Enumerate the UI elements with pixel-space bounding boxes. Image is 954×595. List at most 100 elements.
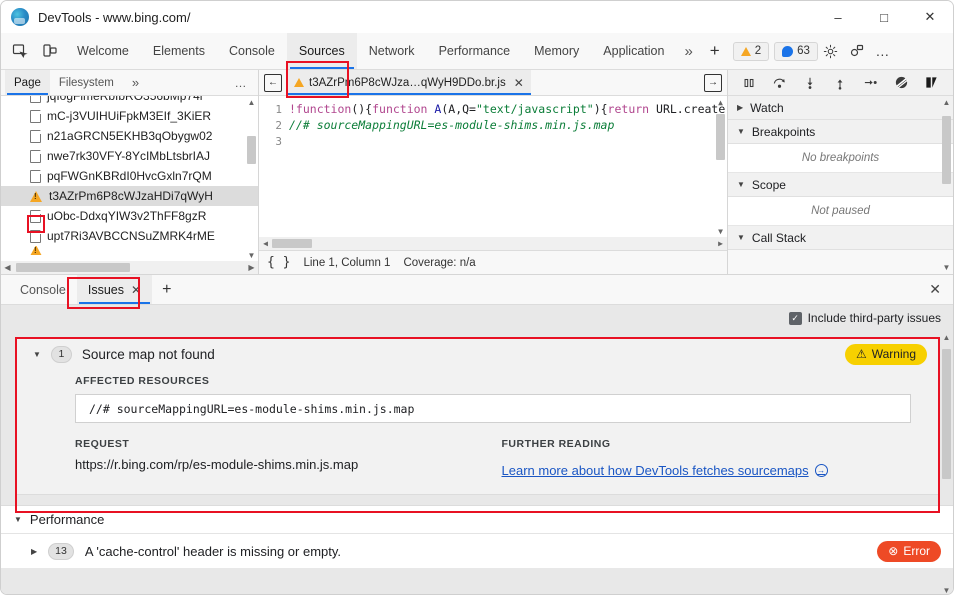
list-item-selected[interactable]: t3AZrPm6P8cWJzaHDi7qWyH <box>1 186 258 206</box>
warning-count-badge[interactable]: 2 <box>733 42 769 61</box>
section-breakpoints[interactable]: ▼ Breakpoints <box>728 120 953 144</box>
more-tabs-icon[interactable]: » <box>676 43 700 60</box>
scrollbar-thumb[interactable] <box>942 349 951 479</box>
chevron-right-icon[interactable]: ▶ <box>31 547 37 556</box>
step-icon[interactable] <box>861 73 881 93</box>
inspect-element-icon[interactable] <box>5 36 35 66</box>
issue-card-source-map: ▼ 1 Source map not found ⚠ Warning AFFEC… <box>15 337 939 495</box>
scroll-up-arrow-icon[interactable]: ▲ <box>246 98 257 107</box>
tab-console[interactable]: Console <box>217 33 287 69</box>
scroll-down-arrow-icon[interactable]: ▼ <box>941 586 952 595</box>
section-scope[interactable]: ▼ Scope <box>728 173 953 197</box>
navigate-back-icon[interactable]: ← <box>264 74 282 92</box>
maximize-button[interactable]: □ <box>861 1 907 33</box>
nav-tab-page[interactable]: Page <box>5 70 50 95</box>
debugger-scrollbar-vertical[interactable]: ▲ ▼ <box>941 98 952 272</box>
scrollbar-thumb-h[interactable] <box>16 263 130 272</box>
tab-performance[interactable]: Performance <box>427 33 523 69</box>
deactivate-breakpoints-icon[interactable] <box>891 73 911 93</box>
scroll-left-arrow-icon[interactable]: ◀ <box>259 239 272 248</box>
scrollbar-thumb-h[interactable] <box>272 239 312 248</box>
scrollbar-thumb[interactable] <box>942 116 951 184</box>
chevron-down-icon[interactable]: ▼ <box>33 350 41 359</box>
list-item[interactable]: uObc-DdxqYIW3v2ThFF8gzR <box>1 206 258 226</box>
scroll-right-arrow-icon[interactable]: ▶ <box>245 263 258 272</box>
scrollbar-thumb[interactable] <box>716 114 725 160</box>
editor-tab-active[interactable]: t3AZrPm6P8cWJza…qWyH9DDo.br.js ✕ <box>287 70 531 95</box>
format-code-icon[interactable]: { } <box>267 255 290 270</box>
pause-script-icon[interactable] <box>739 73 759 93</box>
performance-group-header[interactable]: ▼ Performance <box>1 506 953 534</box>
tab-welcome[interactable]: Welcome <box>65 33 141 69</box>
section-watch[interactable]: ▶ Watch <box>728 96 953 120</box>
device-toolbar-icon[interactable] <box>35 36 65 66</box>
add-drawer-tab-icon[interactable]: + <box>152 281 181 299</box>
minimize-button[interactable]: – <box>815 1 861 33</box>
step-over-icon[interactable] <box>770 73 790 93</box>
scrollbar-thumb[interactable] <box>247 136 256 164</box>
scroll-down-arrow-icon[interactable]: ▼ <box>246 251 257 260</box>
navigator-overflow-icon[interactable]: » <box>123 70 148 95</box>
drawer-tab-issues[interactable]: Issues ✕ <box>77 275 152 304</box>
code-scrollbar-vertical[interactable]: ▲ ▼ <box>715 98 726 236</box>
code-editor[interactable]: 1 !function(){function A(A,Q="text/javas… <box>259 96 727 250</box>
title-bar: DevTools - www.bing.com/ – □ ✕ <box>1 1 953 33</box>
scroll-up-arrow-icon[interactable]: ▲ <box>941 98 952 107</box>
section-call-stack[interactable]: ▼ Call Stack <box>728 226 953 250</box>
further-reading-link-label: Learn more about how DevTools fetches so… <box>502 463 809 478</box>
list-item[interactable]: pqFWGnKBRdI0HvcGxln7rQM <box>1 166 258 186</box>
scroll-up-arrow-icon[interactable]: ▲ <box>715 98 726 107</box>
scroll-up-arrow-icon[interactable]: ▲ <box>941 333 952 342</box>
scroll-left-arrow-icon[interactable]: ◀ <box>1 263 14 272</box>
list-item[interactable]: n21aGRCN5EKHB3qObygw02 <box>1 126 258 146</box>
editor-status-bar: { } Line 1, Column 1 Coverage: n/a <box>259 250 727 274</box>
issue-header[interactable]: ▼ 1 Source map not found ⚠ Warning <box>15 337 939 371</box>
issue-count-badge[interactable]: 63 <box>774 42 818 61</box>
code-scrollbar-horizontal[interactable]: ◀ ▶ <box>259 237 727 250</box>
tab-application[interactable]: Application <box>591 33 676 69</box>
gear-icon[interactable] <box>818 38 844 64</box>
scroll-down-arrow-icon[interactable]: ▼ <box>715 227 726 236</box>
section-label: Scope <box>752 178 786 192</box>
pause-on-exceptions-icon[interactable] <box>922 73 942 93</box>
tab-network[interactable]: Network <box>357 33 427 69</box>
editor-tab-bar: ← t3AZrPm6P8cWJza…qWyH9DDo.br.js ✕ → <box>259 70 727 96</box>
drawer-tab-console[interactable]: Console <box>9 275 77 304</box>
customize-icon[interactable] <box>844 38 870 64</box>
file-icon <box>30 170 41 183</box>
tab-memory[interactable]: Memory <box>522 33 591 69</box>
more-options-icon[interactable]: … <box>870 38 896 64</box>
nav-tab-filesystem[interactable]: Filesystem <box>50 70 123 95</box>
step-into-icon[interactable] <box>800 73 820 93</box>
close-drawer-icon[interactable]: ✕ <box>929 281 941 298</box>
chevron-down-icon[interactable]: ▼ <box>14 515 22 524</box>
file-tree-scrollbar-vertical[interactable]: ▲ ▼ <box>246 98 257 260</box>
scroll-right-arrow-icon[interactable]: ▶ <box>714 239 727 248</box>
further-reading-link[interactable]: Learn more about how DevTools fetches so… <box>502 463 828 478</box>
close-icon[interactable]: ✕ <box>514 76 524 90</box>
include-third-party-checkbox[interactable]: ✓ <box>789 312 802 325</box>
code-line: 2 //# sourceMappingURL=es-module-shims.m… <box>259 117 727 133</box>
issue-row-cache-control[interactable]: ▶ 13 A 'cache-control' header is missing… <box>1 534 953 568</box>
list-item[interactable]: mC-j3VUIHUiFpkM3EIf_3KiER <box>1 106 258 126</box>
add-tab-icon[interactable]: + <box>701 41 729 61</box>
list-item[interactable]: jqIogFimeRbIbRO356bMp74r <box>1 96 258 106</box>
breakpoints-empty-text: No breakpoints <box>728 144 953 173</box>
navigate-forward-icon[interactable]: → <box>704 74 722 92</box>
navigator-more-icon[interactable]: … <box>225 76 259 90</box>
tab-elements[interactable]: Elements <box>141 33 217 69</box>
list-item[interactable]: nwe7rk30VFY-8YcIMbLtsbrIAJ <box>1 146 258 166</box>
list-item[interactable] <box>1 246 258 255</box>
step-out-icon[interactable] <box>830 73 850 93</box>
file-tree[interactable]: jqIogFimeRbIbRO356bMp74r mC-j3VUIHUiFpkM… <box>1 96 258 274</box>
tab-sources[interactable]: Sources <box>287 33 357 69</box>
close-icon[interactable]: ✕ <box>131 283 141 297</box>
file-tree-scrollbar-horizontal[interactable]: ◀ ▶ <box>1 261 258 274</box>
close-window-button[interactable]: ✕ <box>907 1 953 33</box>
chevron-down-icon: ▼ <box>737 233 745 242</box>
navigator-tabs: Page Filesystem » … <box>1 70 258 96</box>
issues-scrollbar-vertical[interactable]: ▲ ▼ <box>941 333 952 595</box>
warning-icon <box>30 246 42 255</box>
list-item[interactable]: upt7Ri3AVBCCNSuZMRK4rME <box>1 226 258 246</box>
scroll-down-arrow-icon[interactable]: ▼ <box>941 263 952 272</box>
